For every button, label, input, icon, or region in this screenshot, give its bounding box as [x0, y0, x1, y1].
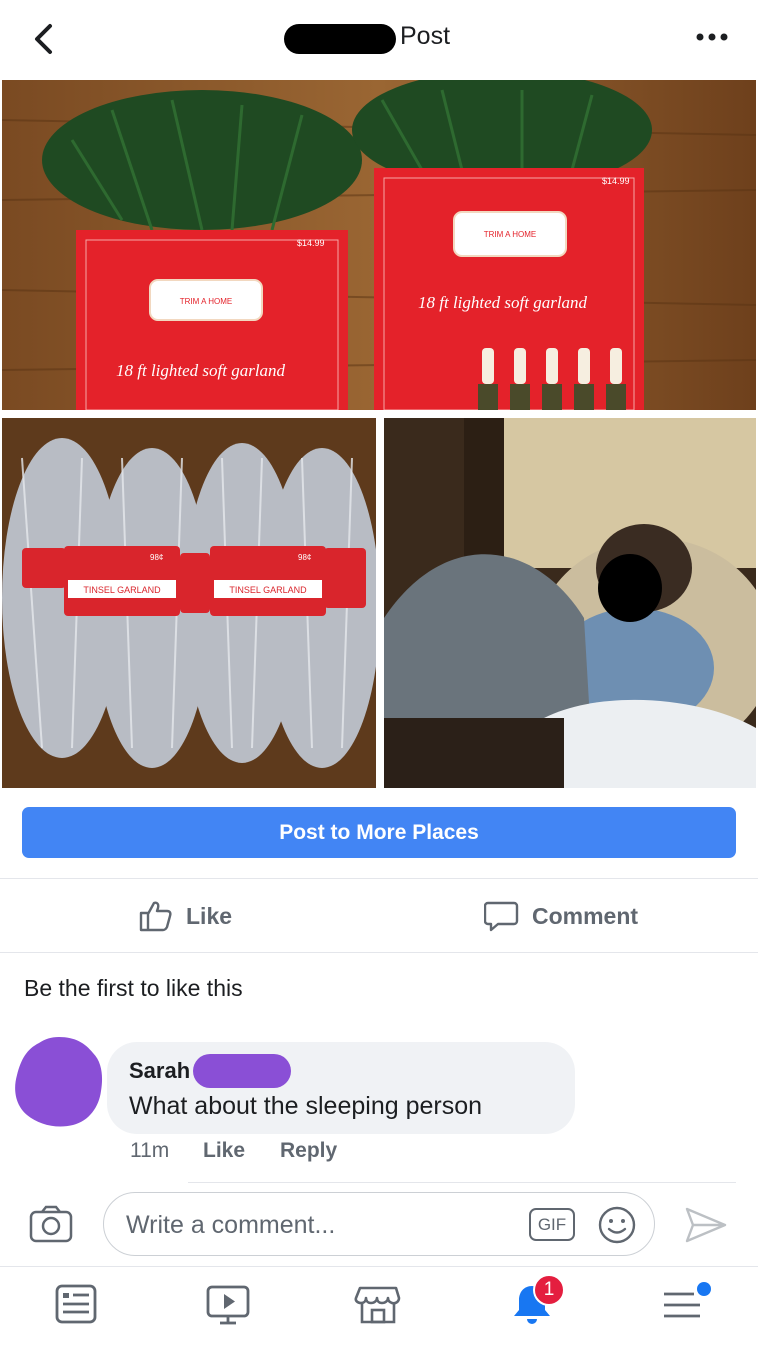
reaction-summary: Be the first to like this — [24, 975, 243, 1001]
divider — [188, 1182, 736, 1183]
divider — [0, 1266, 758, 1267]
top-bar: Post — [0, 0, 758, 78]
comment-icon — [484, 901, 519, 932]
news-feed-icon[interactable] — [52, 1280, 104, 1328]
more-options-icon[interactable] — [694, 28, 730, 46]
svg-text:18 ft lighted soft garland: 18 ft lighted soft garland — [418, 293, 588, 312]
menu-unread-dot — [697, 1282, 711, 1296]
page-title: Post — [400, 22, 451, 50]
redacted-surname — [193, 1054, 291, 1088]
gif-button[interactable]: GIF — [529, 1208, 575, 1241]
svg-text:98¢: 98¢ — [150, 553, 163, 562]
comment-text: What about the sleeping person — [129, 1092, 483, 1120]
back-icon[interactable] — [28, 20, 62, 58]
redacted-poster-name — [284, 24, 396, 54]
comment-bubble: Sarah What about the sleeping person — [107, 1042, 575, 1134]
divider — [0, 952, 758, 953]
sticker-icon[interactable] — [597, 1205, 637, 1245]
svg-text:TINSEL GARLAND: TINSEL GARLAND — [83, 585, 161, 595]
svg-text:98¢: 98¢ — [298, 553, 311, 562]
comment-reply-button[interactable]: Reply — [280, 1139, 337, 1163]
comment-input[interactable]: Write a comment... GIF — [103, 1192, 655, 1256]
svg-text:$14.99: $14.99 — [602, 176, 630, 186]
svg-text:TRIM A HOME: TRIM A HOME — [180, 297, 232, 306]
comment-author[interactable]: Sarah — [129, 1058, 190, 1084]
comment-input-placeholder: Write a comment... — [126, 1211, 336, 1239]
comment-like-button[interactable]: Like — [203, 1139, 245, 1163]
send-icon[interactable] — [684, 1205, 728, 1245]
divider — [0, 878, 758, 879]
svg-text:18 ft lighted soft garland: 18 ft lighted soft garland — [116, 361, 286, 380]
camera-icon[interactable] — [28, 1204, 74, 1244]
photo-sleeping-person[interactable] — [384, 418, 756, 788]
post-to-more-places-button[interactable]: Post to More Places — [22, 807, 736, 858]
notification-badge: 1 — [533, 1274, 565, 1306]
photo-garland-boxes[interactable]: TRIM A HOME $14.99 18 ft lighted soft ga… — [2, 80, 756, 410]
photo-tinsel-garland[interactable]: TINSEL GARLAND TINSEL GARLAND 98¢ 98¢ — [2, 418, 376, 788]
avatar[interactable] — [13, 1035, 105, 1127]
comment-button[interactable]: Comment — [484, 892, 638, 940]
like-label: Like — [186, 902, 233, 929]
like-button[interactable]: Like — [138, 892, 232, 940]
marketplace-icon[interactable] — [354, 1280, 406, 1328]
thumbs-up-icon — [139, 901, 172, 932]
watch-icon[interactable] — [204, 1280, 256, 1328]
svg-text:TINSEL GARLAND: TINSEL GARLAND — [229, 585, 307, 595]
svg-text:TRIM A HOME: TRIM A HOME — [484, 230, 536, 239]
comment-label: Comment — [532, 902, 639, 929]
comment-time: 11m — [130, 1139, 170, 1162]
svg-text:$14.99: $14.99 — [297, 238, 325, 248]
